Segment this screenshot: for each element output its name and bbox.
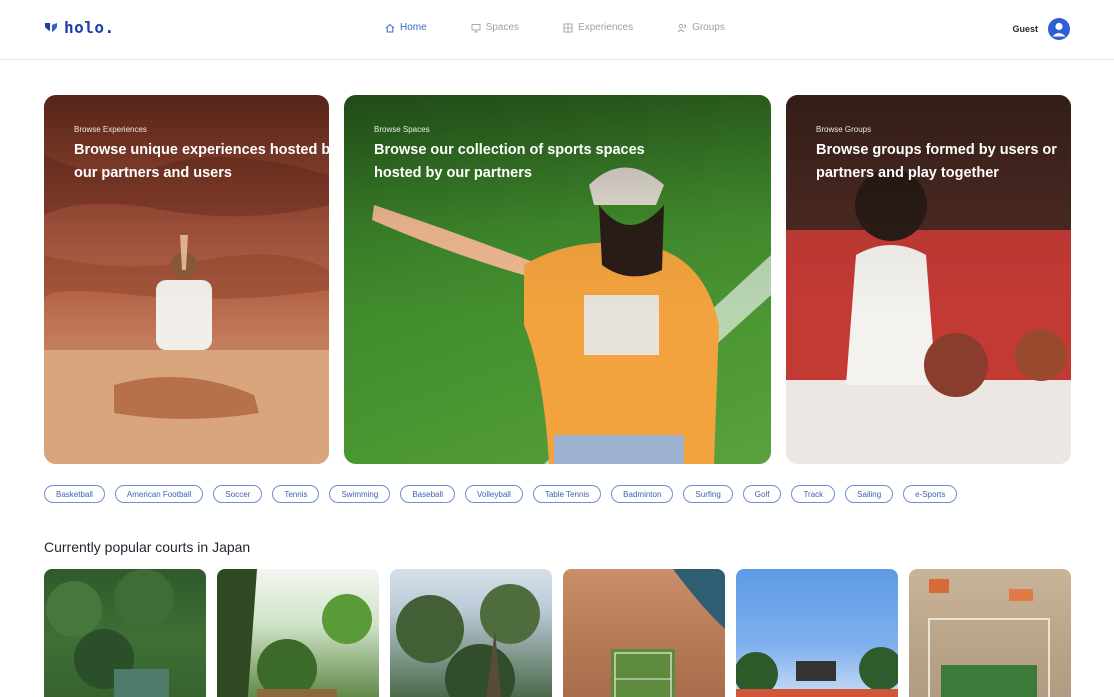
browse-experiences-card[interactable]: Browse Experiences Browse unique experie… — [44, 95, 329, 464]
court-card[interactable] — [390, 569, 552, 697]
court-photo — [396, 584, 540, 697]
court-photo — [928, 579, 1050, 697]
groups-title: Browse groups formed by users or partner… — [816, 142, 1057, 181]
court-photo — [611, 569, 725, 697]
court-card[interactable] — [736, 569, 898, 697]
guest-label: Guest — [1012, 24, 1038, 34]
experiences-title: Browse unique experiences hosted by our … — [74, 142, 329, 181]
chip-basketball[interactable]: Basketball — [44, 485, 105, 503]
chip-e-sports[interactable]: e-Sports — [903, 485, 958, 503]
brand-logo[interactable]: holo. — [44, 18, 115, 37]
nav-home[interactable]: Home — [385, 22, 427, 33]
nav-home-label: Home — [400, 22, 427, 33]
browse-groups-card[interactable]: Browse Groups Browse groups formed by us… — [786, 95, 1071, 464]
monitor-icon — [471, 23, 481, 32]
chip-baseball[interactable]: Baseball — [400, 485, 456, 503]
court-photo — [736, 647, 898, 697]
spaces-kicker: Browse Spaces — [374, 125, 430, 134]
chip-american-football[interactable]: American Football — [114, 485, 204, 503]
court-card[interactable] — [44, 569, 206, 697]
chip-swimming[interactable]: Swimming — [329, 485, 391, 503]
nav-spaces-label: Spaces — [485, 22, 520, 33]
home-icon — [385, 23, 395, 32]
court-card[interactable] — [563, 569, 725, 697]
chip-soccer[interactable]: Soccer — [213, 485, 263, 503]
chip-table-tennis[interactable]: Table Tennis — [532, 485, 602, 503]
chip-sailing[interactable]: Sailing — [845, 485, 894, 503]
nav-groups-label: Groups — [692, 22, 725, 33]
browse-spaces-card[interactable]: Browse Spaces Browse our collection of s… — [344, 95, 771, 464]
user-menu[interactable]: Guest — [1012, 18, 1070, 40]
nav-spaces[interactable]: Spaces — [471, 22, 519, 33]
chip-badminton[interactable]: Badminton — [611, 485, 674, 503]
groups-kicker: Browse Groups — [816, 125, 872, 134]
user-avatar-icon[interactable] — [1048, 18, 1070, 40]
experiences-kicker: Browse Experiences — [74, 125, 147, 134]
chip-tennis[interactable]: Tennis — [272, 485, 320, 503]
holo-logo-icon — [45, 22, 57, 32]
chip-surfing[interactable]: Surfing — [683, 485, 733, 503]
main-nav: Home Spaces Experiences Groups — [385, 22, 769, 33]
gallery-icon — [563, 23, 573, 32]
nav-experiences[interactable]: Experiences — [563, 22, 633, 33]
chip-track[interactable]: Track — [791, 485, 836, 503]
users-icon — [677, 23, 687, 32]
court-photo — [46, 569, 174, 697]
top-nav-bar: holo. Home Spaces Experiences Groups Gue… — [0, 0, 1114, 60]
chip-golf[interactable]: Golf — [742, 485, 782, 503]
nav-groups[interactable]: Groups — [677, 22, 725, 33]
nav-experiences-label: Experiences — [578, 22, 634, 33]
popular-courts-row — [44, 569, 1071, 697]
chip-volleyball[interactable]: Volleyball — [465, 485, 523, 503]
court-photo — [217, 569, 372, 697]
court-card[interactable] — [909, 569, 1071, 697]
brand-name: holo. — [64, 18, 115, 37]
popular-courts-heading: Currently popular courts in Japan — [44, 539, 251, 555]
sport-filter-chips: Basketball American Football Soccer Tenn… — [44, 485, 958, 503]
court-card[interactable] — [217, 569, 379, 697]
spaces-title: Browse our collection of sports spaces h… — [374, 142, 645, 181]
